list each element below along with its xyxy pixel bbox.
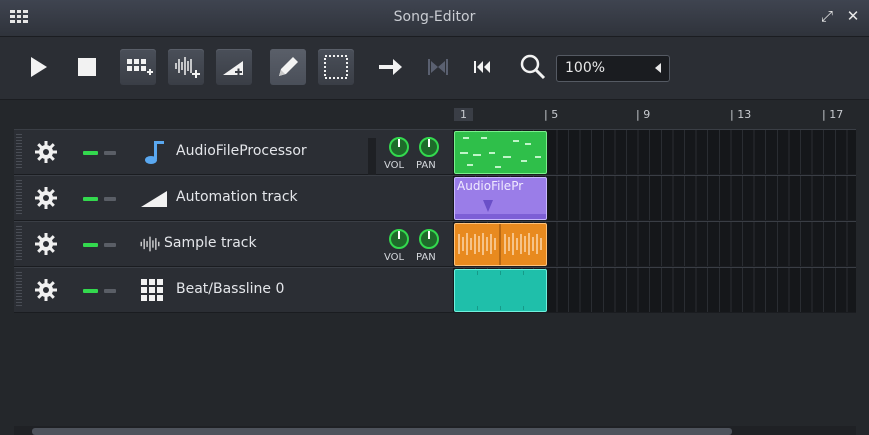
play-icon — [31, 57, 47, 77]
skip-back-icon — [474, 61, 490, 73]
loop-points-icon — [428, 59, 448, 75]
horizontal-scrollbar[interactable] — [14, 426, 856, 435]
pan-knob[interactable] — [418, 228, 440, 250]
close-icon[interactable]: ✕ — [845, 8, 861, 24]
mute-button[interactable] — [83, 151, 98, 155]
magnifier-icon — [520, 54, 546, 80]
zoom-button[interactable] — [515, 49, 551, 85]
bar-marker: | 17 — [822, 108, 844, 121]
solo-button[interactable] — [104, 243, 116, 247]
volume-label: VOL — [384, 160, 405, 171]
track-name[interactable]: AudioFileProcessor — [176, 143, 307, 159]
title-bar: Song-Editor ⤢ ✕ — [0, 0, 869, 37]
zoom-value: 100% — [565, 60, 606, 76]
sample-clip[interactable] — [454, 223, 547, 266]
add-sample-track-button[interactable] — [168, 49, 204, 85]
pan-label: PAN — [416, 160, 436, 171]
track-audiofileprocessor: AudioFileProcessor VOL PAN — [14, 129, 856, 176]
select-mode-button[interactable] — [318, 49, 354, 85]
track-name[interactable]: Beat/Bassline 0 — [176, 281, 284, 297]
automation-icon — [141, 191, 167, 207]
track-pattern-area[interactable]: AudioFilePr — [452, 176, 856, 220]
track-drag-handle[interactable] — [16, 226, 22, 262]
scrollbar-thumb[interactable] — [32, 428, 732, 435]
maximize-icon[interactable]: ⤢ — [819, 8, 835, 24]
back-to-start-button[interactable] — [466, 49, 502, 85]
pattern-clip[interactable] — [454, 131, 547, 174]
zoom-select[interactable]: 100% — [556, 55, 670, 82]
window-title: Song-Editor — [393, 9, 476, 25]
beat-grid-icon — [141, 279, 163, 301]
track-drag-handle[interactable] — [16, 180, 22, 216]
mute-button[interactable] — [83, 243, 98, 247]
solo-button[interactable] — [104, 197, 116, 201]
gear-icon[interactable] — [34, 232, 58, 256]
mute-button[interactable] — [83, 197, 98, 201]
automation-clip[interactable]: AudioFilePr — [454, 177, 547, 220]
track-drag-handle[interactable] — [16, 272, 22, 308]
track-name[interactable]: Automation track — [176, 189, 298, 205]
bar-marker: 1 — [454, 108, 473, 121]
track-pattern-area[interactable] — [452, 130, 856, 174]
draw-mode-button[interactable] — [270, 49, 306, 85]
add-automation-track-icon — [223, 61, 243, 76]
bar-marker: | 9 — [636, 108, 651, 121]
arrow-right-icon — [379, 59, 402, 75]
beat-clip[interactable] — [454, 269, 547, 312]
waveform-icon — [140, 236, 160, 252]
bar-marker: | 5 — [544, 108, 559, 121]
toolbar: 100% — [0, 37, 869, 100]
auto-scroll-button[interactable] — [372, 49, 408, 85]
selection-icon — [324, 55, 348, 79]
pencil-icon — [279, 57, 298, 76]
timeline-ruler[interactable]: 1 | 5 | 9 | 13 | 17 — [452, 106, 856, 126]
stop-icon — [78, 58, 96, 76]
add-sample-track-icon — [175, 57, 200, 78]
mute-button[interactable] — [83, 289, 98, 293]
add-beat-bassline-button[interactable] — [120, 49, 156, 85]
play-button[interactable] — [20, 49, 56, 85]
bar-marker: | 13 — [730, 108, 752, 121]
track-pattern-area[interactable] — [452, 222, 856, 266]
volume-knob[interactable] — [388, 136, 410, 158]
note-icon — [145, 141, 164, 164]
gear-icon[interactable] — [34, 140, 58, 164]
add-automation-track-button[interactable] — [216, 49, 252, 85]
stop-button[interactable] — [69, 49, 105, 85]
track-activity-meter — [368, 138, 376, 176]
track-name[interactable]: Sample track — [164, 235, 257, 251]
volume-label: VOL — [384, 252, 405, 263]
pan-knob[interactable] — [418, 136, 440, 158]
track-drag-handle[interactable] — [16, 134, 22, 170]
track-automation: Automation track AudioFilePr — [14, 175, 856, 221]
track-beat-bassline: Beat/Bassline 0 — [14, 267, 856, 313]
solo-button[interactable] — [104, 289, 116, 293]
gear-icon[interactable] — [34, 278, 58, 302]
track-sample: Sample track VOL PAN — [14, 221, 856, 267]
add-beat-bassline-icon — [127, 59, 153, 75]
chevron-left-icon[interactable] — [655, 63, 661, 73]
track-pattern-area[interactable] — [452, 268, 856, 312]
pan-label: PAN — [416, 252, 436, 263]
volume-knob[interactable] — [388, 228, 410, 250]
solo-button[interactable] — [104, 151, 116, 155]
gear-icon[interactable] — [34, 186, 58, 210]
loop-points-button[interactable] — [420, 49, 456, 85]
